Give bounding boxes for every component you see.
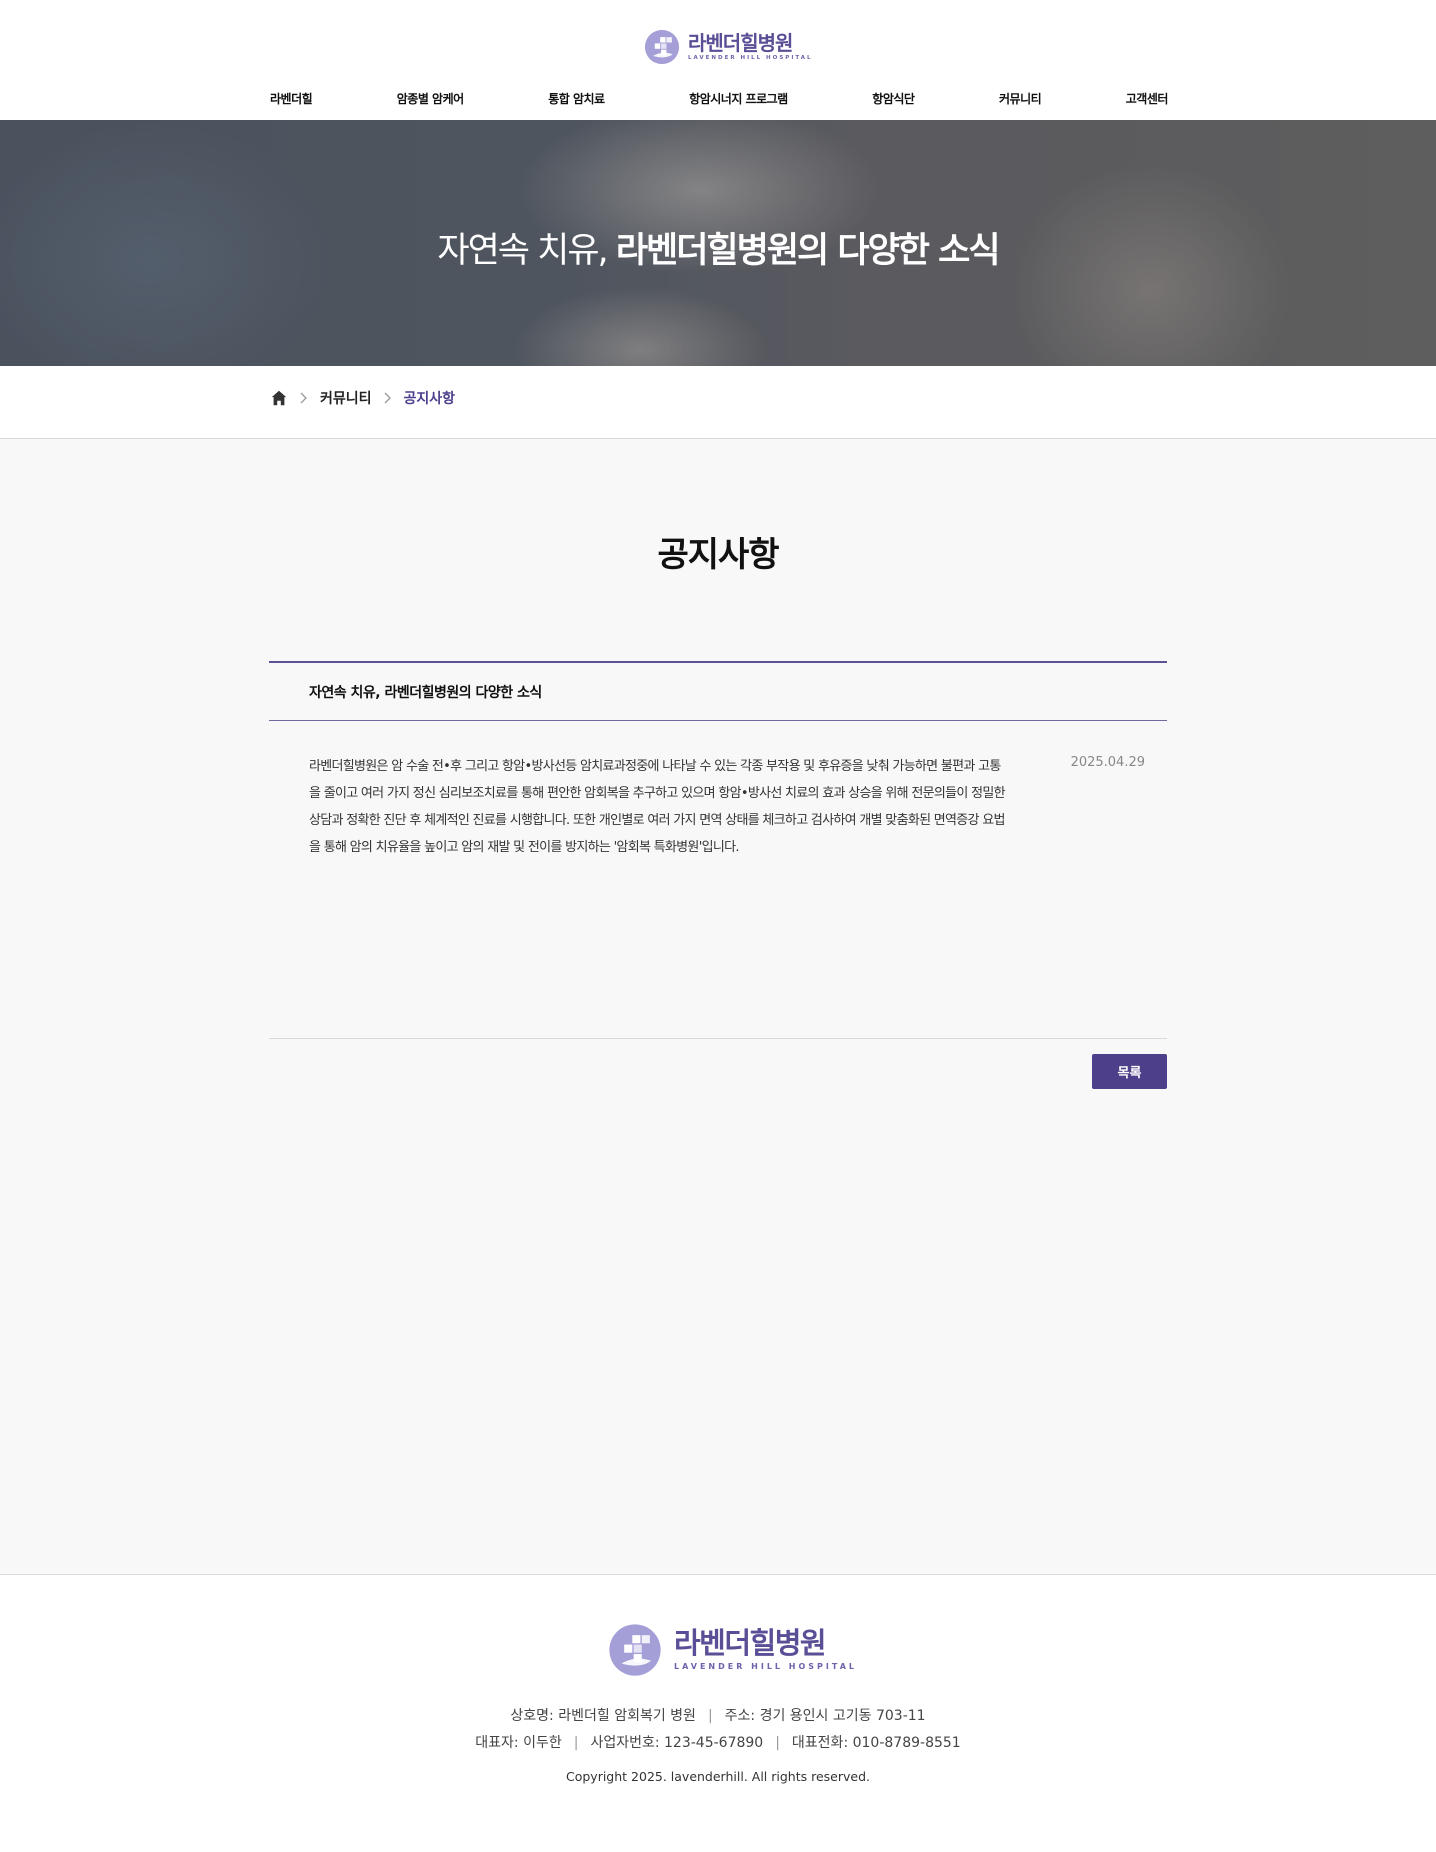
hero-title-bold: 라벤더힐병원의 다양한 소식 xyxy=(615,231,1001,271)
chevron-right-icon xyxy=(300,392,307,404)
nav-item-lavenderhill[interactable]: 라벤더힐 xyxy=(270,90,313,107)
nav-item-community[interactable]: 커뮤니티 xyxy=(999,90,1042,107)
list-button[interactable]: 목록 xyxy=(1092,1054,1167,1089)
hero-title: 자연속 치유, 라벤더힐병원의 다양한 소식 xyxy=(0,222,1436,273)
breadcrumb: 커뮤니티 공지사항 xyxy=(270,388,455,408)
nav-item-diet[interactable]: 항암식단 xyxy=(872,90,915,107)
footer-logo-name: 라벤더힐병원 xyxy=(674,1626,827,1660)
footer-separator: | xyxy=(573,1735,579,1751)
footer-logo: 라벤더힐병원 LAVENDER HILL HOSPITAL xyxy=(608,1623,857,1677)
post-header: 자연속 치유, 라벤더힐병원의 다양한 소식 xyxy=(269,661,1167,721)
post-content: 라벤더힐병원은 암 수술 전•후 그리고 항암•방사선등 암치료과정중에 나타날… xyxy=(309,759,1006,855)
logo-mark-icon xyxy=(644,29,680,65)
site-logo[interactable]: 라벤더힐병원 LAVENDER HILL HOSPITAL xyxy=(644,28,812,66)
post-view: 자연속 치유, 라벤더힐병원의 다양한 소식 라벤더힐병원은 암 수술 전•후 … xyxy=(269,661,1167,1089)
post-subject: 자연속 치유, 라벤더힐병원의 다양한 소식 xyxy=(309,684,542,701)
footer-separator: | xyxy=(775,1735,780,1751)
footer-logo-name-en: LAVENDER HILL HOSPITAL xyxy=(674,1662,858,1671)
hero-banner: 자연속 치유, 라벤더힐병원의 다양한 소식 xyxy=(0,120,1436,366)
site-footer: 라벤더힐병원 LAVENDER HILL HOSPITAL 상호명: 라벤더힐 … xyxy=(0,1574,1436,1852)
logo-mark-icon xyxy=(609,1624,661,1676)
footer-address: 주소: 경기 용인시 고기동 703-11 xyxy=(724,1708,926,1724)
post-date: 2025.04.29 xyxy=(1070,755,1145,770)
main-content: 공지사항 자연속 치유, 라벤더힐병원의 다양한 소식 라벤더힐병원은 암 수술… xyxy=(0,439,1436,1574)
logo-name: 라벤더힐병원 xyxy=(688,30,793,55)
site-header: 라벤더힐병원 LAVENDER HILL HOSPITAL 라벤더힐 암종별 암… xyxy=(0,0,1436,120)
nav-item-synergy-program[interactable]: 항암시너지 프로그램 xyxy=(689,90,788,107)
footer-separator: | xyxy=(707,1708,713,1724)
breadcrumb-item-community[interactable]: 커뮤니티 xyxy=(320,388,372,408)
footer-ceo: 대표자: 이두한 xyxy=(475,1735,562,1751)
footer-info-line-2: 대표자: 이두한 | 사업자번호: 123-45-67890 | 대표전화: 010-8… xyxy=(0,1732,1436,1752)
post-body: 라벤더힐병원은 암 수술 전•후 그리고 항암•방사선등 암치료과정중에 나타날… xyxy=(269,721,1167,1039)
breadcrumb-bar: 커뮤니티 공지사항 xyxy=(0,366,1436,439)
nav-item-customer-center[interactable]: 고객센터 xyxy=(1126,90,1169,107)
chevron-right-icon xyxy=(384,392,391,404)
home-icon[interactable] xyxy=(270,389,288,407)
footer-company: 상호명: 라벤더힐 암회복기 병원 xyxy=(510,1708,696,1724)
hero-title-light: 자연속 치유, xyxy=(437,231,608,271)
footer-phone: 대표전화: 010-8789-8551 xyxy=(791,1735,961,1751)
breadcrumb-item-notice[interactable]: 공지사항 xyxy=(404,388,456,408)
nav-item-integrated-treatment[interactable]: 통합 암치료 xyxy=(548,90,605,107)
logo-name-en: LAVENDER HILL HOSPITAL xyxy=(688,54,813,61)
main-nav: 라벤더힐 암종별 암케어 통합 암치료 항암시너지 프로그램 항암식단 커뮤니티… xyxy=(270,90,1168,107)
footer-bizno: 사업자번호: 123-45-67890 xyxy=(590,1735,764,1751)
nav-item-cancer-care[interactable]: 암종별 암케어 xyxy=(397,90,464,107)
page-title: 공지사항 xyxy=(657,535,779,575)
footer-info-line-1: 상호명: 라벤더힐 암회복기 병원 | 주소: 경기 용인시 고기동 703-11 xyxy=(0,1705,1436,1725)
footer-copyright: Copyright 2025. lavenderhill. All rights… xyxy=(565,1769,870,1784)
